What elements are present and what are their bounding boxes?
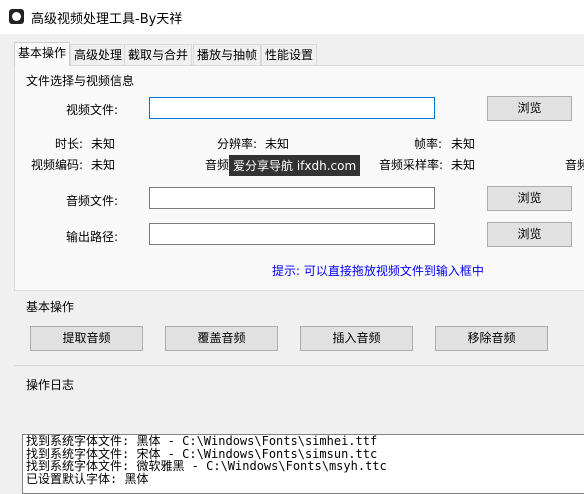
app-icon [9, 9, 24, 24]
watermark-overlay: 爱分享导航 ifxdh.com [229, 155, 361, 176]
log-line: 找到系统字体文件: 黑体 - C:\Windows\Fonts\simhei.t… [26, 434, 378, 448]
replace-audio-button[interactable]: 覆盖音频 [165, 326, 278, 351]
video-codec-value: 未知 [91, 158, 116, 172]
tab-cut-merge[interactable]: 截取与合并 [124, 44, 193, 65]
tab-basic[interactable]: 基本操作 [14, 42, 71, 66]
sample-rate-value: 未知 [451, 158, 476, 172]
tab-performance[interactable]: 性能设置 [261, 44, 318, 65]
drag-drop-hint: 提示: 可以直接拖放视频文件到输入框中 [272, 264, 484, 278]
log-textarea[interactable]: 找到系统字体文件: 黑体 - C:\Windows\Fonts\simhei.t… [22, 434, 584, 494]
browse-video-button[interactable]: 浏览 [487, 96, 572, 121]
log-title: 操作日志 [26, 378, 75, 392]
duration-label: 时长: [55, 137, 84, 151]
window-title: 高级视频处理工具-By天祥 [31, 12, 183, 27]
fps-label: 帧率: [414, 137, 443, 151]
file-group-title: 文件选择与视频信息 [26, 74, 135, 88]
divider [14, 365, 584, 366]
audio-file-label: 音频文件: [66, 194, 119, 208]
tab-advanced[interactable]: 高级处理 [70, 44, 127, 65]
remove-audio-button[interactable]: 移除音频 [435, 326, 548, 351]
fps-value: 未知 [451, 137, 476, 151]
browse-output-button[interactable]: 浏览 [487, 222, 572, 247]
audio-codec-label: 音频 [205, 158, 230, 172]
insert-audio-button[interactable]: 插入音频 [300, 326, 413, 351]
basic-ops-title: 基本操作 [26, 300, 75, 314]
video-file-label: 视频文件: [66, 103, 119, 117]
resolution-label: 分辨率: [217, 137, 258, 151]
video-file-input[interactable] [149, 97, 435, 119]
browse-audio-button[interactable]: 浏览 [487, 186, 572, 211]
output-path-label: 输出路径: [66, 230, 119, 244]
audio-file-input[interactable] [149, 187, 435, 209]
audio-extra-label: 音频 [565, 158, 584, 172]
log-line: 找到系统字体文件: 微软雅黑 - C:\Windows\Fonts\msyh.t… [26, 459, 387, 473]
video-codec-label: 视频编码: [31, 158, 84, 172]
resolution-value: 未知 [265, 137, 290, 151]
log-line: 已设置默认字体: 黑体 [26, 471, 149, 486]
tab-play-frames[interactable]: 播放与抽帧 [193, 44, 262, 65]
title-bar: 高级视频处理工具-By天祥 [0, 0, 584, 34]
output-path-input[interactable] [149, 223, 435, 245]
extract-audio-button[interactable]: 提取音频 [30, 326, 143, 351]
tab-bar: 基本操作 高级处理 截取与合并 播放与抽帧 性能设置 [0, 42, 584, 66]
duration-value: 未知 [91, 137, 116, 151]
sample-rate-label: 音频采样率: [379, 158, 444, 172]
